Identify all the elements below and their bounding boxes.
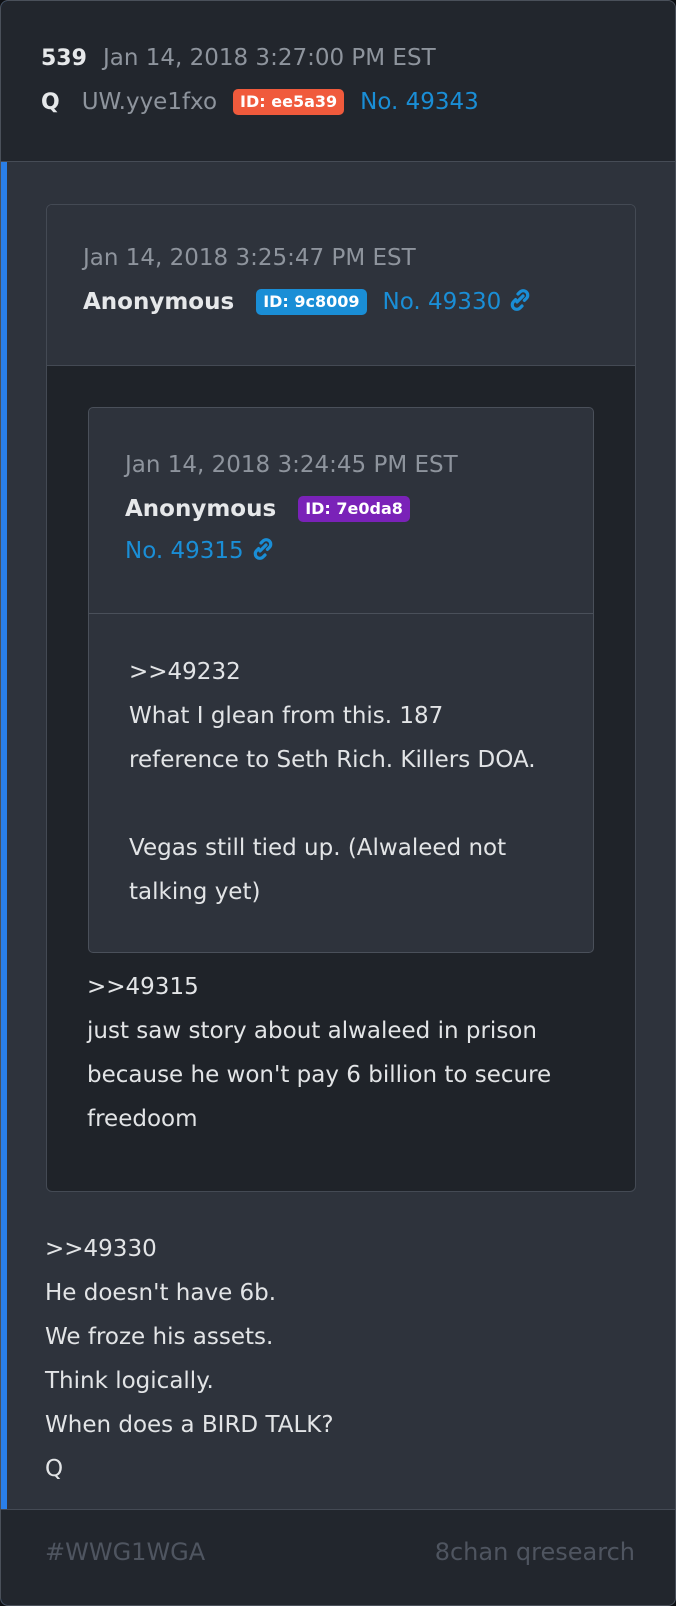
post-date: Jan 14, 2018 3:27:00 PM EST [102, 45, 436, 71]
post-line: Q [45, 1456, 64, 1482]
quote1-reply-ref[interactable]: >>49315 [87, 965, 551, 1009]
footer-source: 8chan qresearch [434, 1538, 635, 1566]
quote2-reply-ref[interactable]: >>49232 [129, 650, 536, 694]
quote2-author: Anonymous [125, 496, 277, 522]
post-number-link[interactable]: No. 49343 [360, 89, 479, 115]
post-author: Q [41, 89, 60, 115]
post-card: 539 Jan 14, 2018 3:27:00 PM EST Q UW.yye… [0, 0, 676, 1606]
quote1-id-badge: ID: 9c8009 [256, 289, 367, 315]
quote2-line: talking yet) [129, 879, 261, 905]
post-header-row-1: 539 Jan 14, 2018 3:27:00 PM EST [41, 45, 436, 71]
link-icon[interactable] [250, 538, 276, 564]
post-line: We froze his assets. [45, 1324, 274, 1350]
post-tripcode: UW.yye1fxo [81, 89, 218, 115]
quote1-number-link[interactable]: No. 49330 [383, 289, 502, 315]
post-footer: #WWG1WGA 8chan qresearch [1, 1509, 675, 1605]
quote2-body: >>49232 What I glean from this. 187 refe… [129, 650, 536, 914]
quote1-line: freedoom [87, 1106, 198, 1132]
post-id-badge: ID: ee5a39 [233, 89, 345, 115]
quote2-date-row: Jan 14, 2018 3:24:45 PM EST [125, 452, 458, 478]
post-line: He doesn't have 6b. [45, 1280, 277, 1306]
post-reply-ref[interactable]: >>49330 [45, 1227, 334, 1271]
quote2-line: Vegas still tied up. (Alwaleed not [129, 835, 507, 861]
post-body: >>49330 He doesn't have 6b. We froze his… [45, 1227, 334, 1491]
quote1-author: Anonymous [83, 289, 235, 315]
quote1-meta-row: Anonymous ID: 9c8009 No. 49330 [83, 289, 533, 315]
quote1-date-row: Jan 14, 2018 3:25:47 PM EST [83, 245, 416, 271]
quote2-link-row: No. 49315 [125, 538, 276, 564]
quote2-date: Jan 14, 2018 3:24:45 PM EST [125, 452, 458, 478]
post-number: 539 [41, 45, 87, 71]
quote2-line: What I glean from this. 187 [129, 703, 444, 729]
quote1-line: because he won't pay 6 billion to secure [87, 1062, 552, 1088]
quoted-post-49330: Jan 14, 2018 3:25:47 PM EST Anonymous ID… [46, 204, 636, 1192]
post-header: 539 Jan 14, 2018 3:27:00 PM EST Q UW.yye… [1, 1, 675, 162]
quoted-post-header: Jan 14, 2018 3:25:47 PM EST Anonymous ID… [47, 205, 635, 366]
quote1-body: >>49315 just saw story about alwaleed in… [87, 965, 551, 1141]
post-header-row-2: Q UW.yye1fxo ID: ee5a39 No. 49343 [41, 89, 479, 115]
quote1-line: just saw story about alwaleed in prison [87, 1018, 537, 1044]
quote1-date: Jan 14, 2018 3:25:47 PM EST [83, 245, 416, 271]
quoted-post-49315: Jan 14, 2018 3:24:45 PM EST Anonymous ID… [88, 407, 594, 953]
post-line: Think logically. [45, 1368, 214, 1394]
quote2-number-link[interactable]: No. 49315 [125, 538, 244, 564]
quote2-line: reference to Seth Rich. Killers DOA. [129, 747, 536, 773]
quote2-blank-line [129, 782, 536, 826]
nested-quote-header: Jan 14, 2018 3:24:45 PM EST Anonymous ID… [89, 408, 593, 614]
link-icon[interactable] [507, 289, 533, 315]
quote2-id-badge: ID: 7e0da8 [298, 496, 410, 522]
post-line: When does a BIRD TALK? [45, 1412, 334, 1438]
accent-bar [1, 1, 7, 1605]
footer-hashtag: #WWG1WGA [45, 1538, 206, 1566]
quote2-meta-row: Anonymous ID: 7e0da8 [125, 496, 410, 522]
